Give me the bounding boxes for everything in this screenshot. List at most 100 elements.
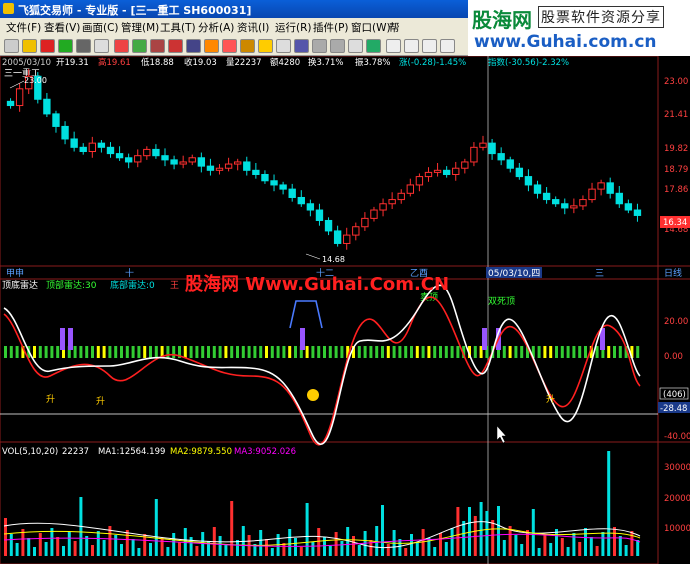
volume-bar: [346, 527, 350, 556]
radar-bar: [572, 346, 576, 358]
menu-file[interactable]: 文件(F): [6, 20, 41, 35]
radar-bar: [224, 346, 228, 358]
volume-bar: [294, 538, 297, 556]
volume-bar: [334, 532, 338, 556]
toolbar-button[interactable]: [186, 39, 201, 53]
volume-bar: [56, 537, 60, 556]
candle-body: [542, 192, 551, 201]
menu-plugin[interactable]: 插件(P): [313, 20, 349, 35]
toolbar-button[interactable]: [294, 39, 309, 53]
svg-text:底部雷达:0: 底部雷达:0: [110, 279, 155, 291]
toolbar-button[interactable]: [312, 39, 327, 53]
volume-bar: [67, 532, 71, 556]
radar-bar: [189, 346, 193, 358]
menu-run[interactable]: 运行(R): [275, 20, 312, 35]
menu-tools[interactable]: 工具(T): [160, 20, 196, 35]
toolbar-button[interactable]: [76, 39, 91, 53]
radar-bar: [102, 346, 106, 358]
indicator-line-red: [3, 296, 641, 446]
svg-text:三: 三: [595, 269, 604, 279]
volume-bar: [381, 505, 384, 556]
volume-bar: [560, 538, 564, 556]
toolbar-button[interactable]: [4, 39, 19, 53]
volume-bar: [537, 548, 541, 556]
radar-bar: [241, 346, 245, 358]
add-icon[interactable]: [58, 39, 73, 53]
mouse-pointer-icon: [496, 425, 507, 444]
menu-view[interactable]: 查看(V): [44, 20, 80, 35]
candle-body: [370, 209, 378, 219]
toolbar-button[interactable]: [276, 39, 291, 53]
menu-window[interactable]: 窗口(W): [351, 20, 391, 35]
menu-analyze[interactable]: 分析(A): [198, 20, 234, 35]
rights-button[interactable]: [94, 39, 109, 53]
radar-bar: [50, 346, 54, 358]
menu-info[interactable]: 资讯(I): [237, 20, 269, 35]
draw-line-icon[interactable]: [404, 39, 419, 53]
menu-help[interactable]: 帮: [389, 20, 400, 35]
candle-body: [288, 188, 296, 198]
cursor-icon[interactable]: [386, 39, 401, 53]
radar-bar: [212, 346, 216, 358]
radar-bar: [114, 346, 118, 358]
radar-bar: [305, 346, 309, 358]
candle-body: [333, 230, 342, 244]
radar-bar: [282, 346, 286, 358]
toolbar-button[interactable]: [366, 39, 381, 53]
volume-bar: [21, 529, 25, 556]
menu-chart[interactable]: 画面(C): [82, 20, 119, 35]
toolbar-button[interactable]: [132, 39, 147, 53]
volume-bar: [125, 530, 129, 556]
volume-bar: [439, 533, 442, 556]
radar-bar: [514, 346, 518, 358]
candle-body: [506, 159, 514, 169]
stop-icon[interactable]: [40, 39, 55, 53]
indicator-current: -28.48: [660, 404, 687, 414]
indicator-line-white: [3, 284, 641, 445]
volume-bar: [102, 540, 106, 556]
candle-body: [6, 100, 15, 107]
volume-bar: [607, 451, 611, 556]
volume-bar: [433, 547, 437, 556]
toolbar-button[interactable]: [222, 39, 237, 53]
candle-body: [397, 192, 405, 201]
volume-bar: [195, 546, 199, 556]
folder-icon[interactable]: [22, 39, 37, 53]
info-date: 2005/03/10: [2, 58, 51, 68]
radar-bar: [91, 346, 94, 358]
volume-bar: [444, 542, 448, 556]
radar-bar: [543, 346, 547, 358]
toolbar-button[interactable]: [114, 39, 129, 53]
radar-bar: [357, 346, 361, 358]
radar-bar: [207, 346, 210, 358]
candle-body: [134, 155, 142, 163]
radar-bar: [73, 346, 77, 358]
svg-text:MA2:9879.550: MA2:9879.550: [170, 447, 232, 457]
toolbar-button[interactable]: [204, 39, 219, 53]
toolbar-button[interactable]: [330, 39, 345, 53]
volume-bar: [114, 535, 118, 556]
toolbar-button[interactable]: [150, 39, 165, 53]
chart-area[interactable]: 2005/03/10 开19.31 高19.61 低18.88 收19.03 量…: [0, 56, 690, 564]
candle-body: [197, 157, 206, 167]
candle-body: [470, 146, 478, 163]
toolbar-button[interactable]: [348, 39, 363, 53]
line-style-icon[interactable]: [422, 39, 437, 53]
info-open: 开19.31: [56, 58, 89, 68]
volume-bar: [410, 534, 413, 556]
svg-text:20.00: 20.00: [664, 317, 688, 327]
radar-bar: [143, 346, 147, 358]
volume-bar: [595, 546, 599, 556]
toolbar-button[interactable]: [440, 39, 455, 53]
menu-manage[interactable]: 管理(M): [121, 20, 159, 35]
svg-text:19.82: 19.82: [664, 144, 688, 154]
volume-bar: [154, 499, 158, 556]
toolbar-button[interactable]: [168, 39, 183, 53]
volume-bar: [636, 540, 640, 556]
logo-brand: 股海网: [472, 8, 532, 32]
radar-bar: [549, 346, 553, 358]
radar-bar: [439, 346, 442, 358]
toolbar-button[interactable]: [258, 39, 273, 53]
candle-body: [61, 125, 69, 140]
toolbar-button[interactable]: [240, 39, 255, 53]
